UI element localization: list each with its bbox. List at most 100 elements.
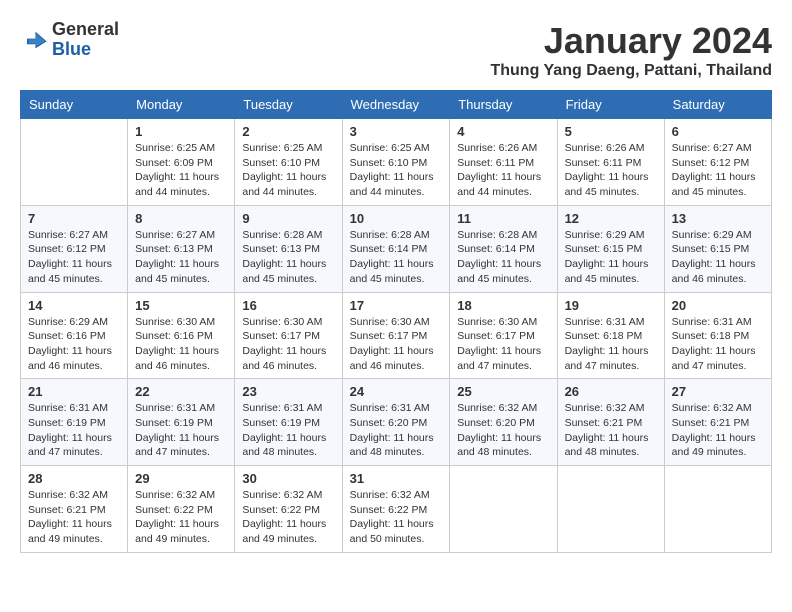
calendar-cell: 24 Sunrise: 6:31 AM Sunset: 6:20 PM Dayli… bbox=[342, 379, 450, 466]
day-info: Sunrise: 6:28 AM Sunset: 6:14 PM Dayligh… bbox=[457, 228, 549, 287]
calendar-cell: 27 Sunrise: 6:32 AM Sunset: 6:21 PM Dayli… bbox=[664, 379, 771, 466]
day-info: Sunrise: 6:29 AM Sunset: 6:16 PM Dayligh… bbox=[28, 315, 120, 374]
calendar-cell: 29Sunrise: 6:32 AM Sunset: 6:22 PM Dayli… bbox=[128, 466, 235, 553]
month-title: January 2024 bbox=[490, 20, 772, 62]
day-info: Sunrise: 6:25 AM Sunset: 6:10 PM Dayligh… bbox=[242, 141, 334, 200]
day-info: Sunrise: 6:25 AM Sunset: 6:09 PM Dayligh… bbox=[135, 141, 227, 200]
day-info: Sunrise: 6:32 AM Sunset: 6:21 PM Dayligh… bbox=[28, 488, 120, 547]
day-info: Sunrise: 6:27 AM Sunset: 6:12 PM Dayligh… bbox=[672, 141, 764, 200]
logo-icon bbox=[20, 26, 48, 54]
day-info: Sunrise: 6:29 AM Sunset: 6:15 PM Dayligh… bbox=[672, 228, 764, 287]
calendar-cell: 2 Sunrise: 6:25 AM Sunset: 6:10 PM Daylig… bbox=[235, 119, 342, 206]
week-row-1: 1 Sunrise: 6:25 AM Sunset: 6:09 PM Daylig… bbox=[21, 119, 772, 206]
day-number: 27 bbox=[672, 384, 764, 399]
calendar-cell bbox=[21, 119, 128, 206]
col-header-sunday: Sunday bbox=[21, 91, 128, 119]
calendar-cell: 5 Sunrise: 6:26 AM Sunset: 6:11 PM Daylig… bbox=[557, 119, 664, 206]
calendar-cell: 26Sunrise: 6:32 AM Sunset: 6:21 PM Dayli… bbox=[557, 379, 664, 466]
day-info: Sunrise: 6:31 AM Sunset: 6:18 PM Dayligh… bbox=[565, 315, 657, 374]
week-row-4: 21Sunrise: 6:31 AM Sunset: 6:19 PM Dayli… bbox=[21, 379, 772, 466]
logo-general-text: General bbox=[52, 20, 119, 40]
day-info: Sunrise: 6:28 AM Sunset: 6:13 PM Dayligh… bbox=[242, 228, 334, 287]
calendar-cell: 25Sunrise: 6:32 AM Sunset: 6:20 PM Dayli… bbox=[450, 379, 557, 466]
day-info: Sunrise: 6:26 AM Sunset: 6:11 PM Dayligh… bbox=[565, 141, 657, 200]
day-number: 15 bbox=[135, 298, 227, 313]
day-number: 2 bbox=[242, 124, 334, 139]
day-number: 9 bbox=[242, 211, 334, 226]
calendar-cell: 22Sunrise: 6:31 AM Sunset: 6:19 PM Dayli… bbox=[128, 379, 235, 466]
day-info: Sunrise: 6:32 AM Sunset: 6:22 PM Dayligh… bbox=[350, 488, 443, 547]
calendar-cell: 30 Sunrise: 6:32 AM Sunset: 6:22 PM Dayli… bbox=[235, 466, 342, 553]
logo: General Blue bbox=[20, 20, 119, 60]
day-number: 24 bbox=[350, 384, 443, 399]
day-info: Sunrise: 6:31 AM Sunset: 6:19 PM Dayligh… bbox=[135, 401, 227, 460]
day-info: Sunrise: 6:31 AM Sunset: 6:19 PM Dayligh… bbox=[242, 401, 334, 460]
day-info: Sunrise: 6:25 AM Sunset: 6:10 PM Dayligh… bbox=[350, 141, 443, 200]
calendar-cell: 15Sunrise: 6:30 AM Sunset: 6:16 PM Dayli… bbox=[128, 292, 235, 379]
day-number: 13 bbox=[672, 211, 764, 226]
calendar-cell: 7Sunrise: 6:27 AM Sunset: 6:12 PM Daylig… bbox=[21, 205, 128, 292]
logo-text: General Blue bbox=[52, 20, 119, 60]
day-number: 12 bbox=[565, 211, 657, 226]
calendar-header-row: SundayMondayTuesdayWednesdayThursdayFrid… bbox=[21, 91, 772, 119]
day-number: 14 bbox=[28, 298, 120, 313]
week-row-5: 28 Sunrise: 6:32 AM Sunset: 6:21 PM Dayli… bbox=[21, 466, 772, 553]
day-number: 11 bbox=[457, 211, 549, 226]
day-number: 18 bbox=[457, 298, 549, 313]
calendar-cell: 9 Sunrise: 6:28 AM Sunset: 6:13 PM Daylig… bbox=[235, 205, 342, 292]
day-number: 31 bbox=[350, 471, 443, 486]
calendar-cell: 8Sunrise: 6:27 AM Sunset: 6:13 PM Daylig… bbox=[128, 205, 235, 292]
day-number: 25 bbox=[457, 384, 549, 399]
calendar-cell: 20Sunrise: 6:31 AM Sunset: 6:18 PM Dayli… bbox=[664, 292, 771, 379]
day-number: 26 bbox=[565, 384, 657, 399]
week-row-3: 14 Sunrise: 6:29 AM Sunset: 6:16 PM Dayli… bbox=[21, 292, 772, 379]
calendar-cell: 6 Sunrise: 6:27 AM Sunset: 6:12 PM Daylig… bbox=[664, 119, 771, 206]
calendar-cell: 1 Sunrise: 6:25 AM Sunset: 6:09 PM Daylig… bbox=[128, 119, 235, 206]
day-info: Sunrise: 6:30 AM Sunset: 6:17 PM Dayligh… bbox=[242, 315, 334, 374]
day-info: Sunrise: 6:32 AM Sunset: 6:22 PM Dayligh… bbox=[135, 488, 227, 547]
logo-blue-text: Blue bbox=[52, 40, 119, 60]
calendar-cell: 4 Sunrise: 6:26 AM Sunset: 6:11 PM Daylig… bbox=[450, 119, 557, 206]
day-number: 3 bbox=[350, 124, 443, 139]
calendar-cell bbox=[557, 466, 664, 553]
calendar-cell: 18Sunrise: 6:30 AM Sunset: 6:17 PM Dayli… bbox=[450, 292, 557, 379]
day-info: Sunrise: 6:32 AM Sunset: 6:22 PM Dayligh… bbox=[242, 488, 334, 547]
day-number: 17 bbox=[350, 298, 443, 313]
col-header-friday: Friday bbox=[557, 91, 664, 119]
day-number: 16 bbox=[242, 298, 334, 313]
day-info: Sunrise: 6:31 AM Sunset: 6:20 PM Dayligh… bbox=[350, 401, 443, 460]
calendar-cell bbox=[664, 466, 771, 553]
col-header-thursday: Thursday bbox=[450, 91, 557, 119]
calendar-cell: 11 Sunrise: 6:28 AM Sunset: 6:14 PM Dayli… bbox=[450, 205, 557, 292]
day-info: Sunrise: 6:26 AM Sunset: 6:11 PM Dayligh… bbox=[457, 141, 549, 200]
calendar-cell: 23 Sunrise: 6:31 AM Sunset: 6:19 PM Dayli… bbox=[235, 379, 342, 466]
calendar-cell: 19Sunrise: 6:31 AM Sunset: 6:18 PM Dayli… bbox=[557, 292, 664, 379]
day-number: 30 bbox=[242, 471, 334, 486]
col-header-wednesday: Wednesday bbox=[342, 91, 450, 119]
col-header-monday: Monday bbox=[128, 91, 235, 119]
day-number: 6 bbox=[672, 124, 764, 139]
day-info: Sunrise: 6:30 AM Sunset: 6:17 PM Dayligh… bbox=[350, 315, 443, 374]
calendar-cell: 12 Sunrise: 6:29 AM Sunset: 6:15 PM Dayli… bbox=[557, 205, 664, 292]
day-number: 7 bbox=[28, 211, 120, 226]
week-row-2: 7Sunrise: 6:27 AM Sunset: 6:12 PM Daylig… bbox=[21, 205, 772, 292]
col-header-tuesday: Tuesday bbox=[235, 91, 342, 119]
day-number: 23 bbox=[242, 384, 334, 399]
day-number: 20 bbox=[672, 298, 764, 313]
day-info: Sunrise: 6:32 AM Sunset: 6:21 PM Dayligh… bbox=[672, 401, 764, 460]
day-number: 8 bbox=[135, 211, 227, 226]
page-header: General Blue January 2024 Thung Yang Dae… bbox=[20, 20, 772, 80]
day-info: Sunrise: 6:29 AM Sunset: 6:15 PM Dayligh… bbox=[565, 228, 657, 287]
day-number: 1 bbox=[135, 124, 227, 139]
calendar-cell: 14 Sunrise: 6:29 AM Sunset: 6:16 PM Dayli… bbox=[21, 292, 128, 379]
day-number: 5 bbox=[565, 124, 657, 139]
col-header-saturday: Saturday bbox=[664, 91, 771, 119]
day-number: 28 bbox=[28, 471, 120, 486]
calendar-cell: 13 Sunrise: 6:29 AM Sunset: 6:15 PM Dayli… bbox=[664, 205, 771, 292]
calendar-cell bbox=[450, 466, 557, 553]
calendar-cell: 10Sunrise: 6:28 AM Sunset: 6:14 PM Dayli… bbox=[342, 205, 450, 292]
location-title: Thung Yang Daeng, Pattani, Thailand bbox=[490, 62, 772, 80]
calendar-cell: 3 Sunrise: 6:25 AM Sunset: 6:10 PM Daylig… bbox=[342, 119, 450, 206]
day-number: 4 bbox=[457, 124, 549, 139]
title-section: January 2024 Thung Yang Daeng, Pattani, … bbox=[490, 20, 772, 80]
